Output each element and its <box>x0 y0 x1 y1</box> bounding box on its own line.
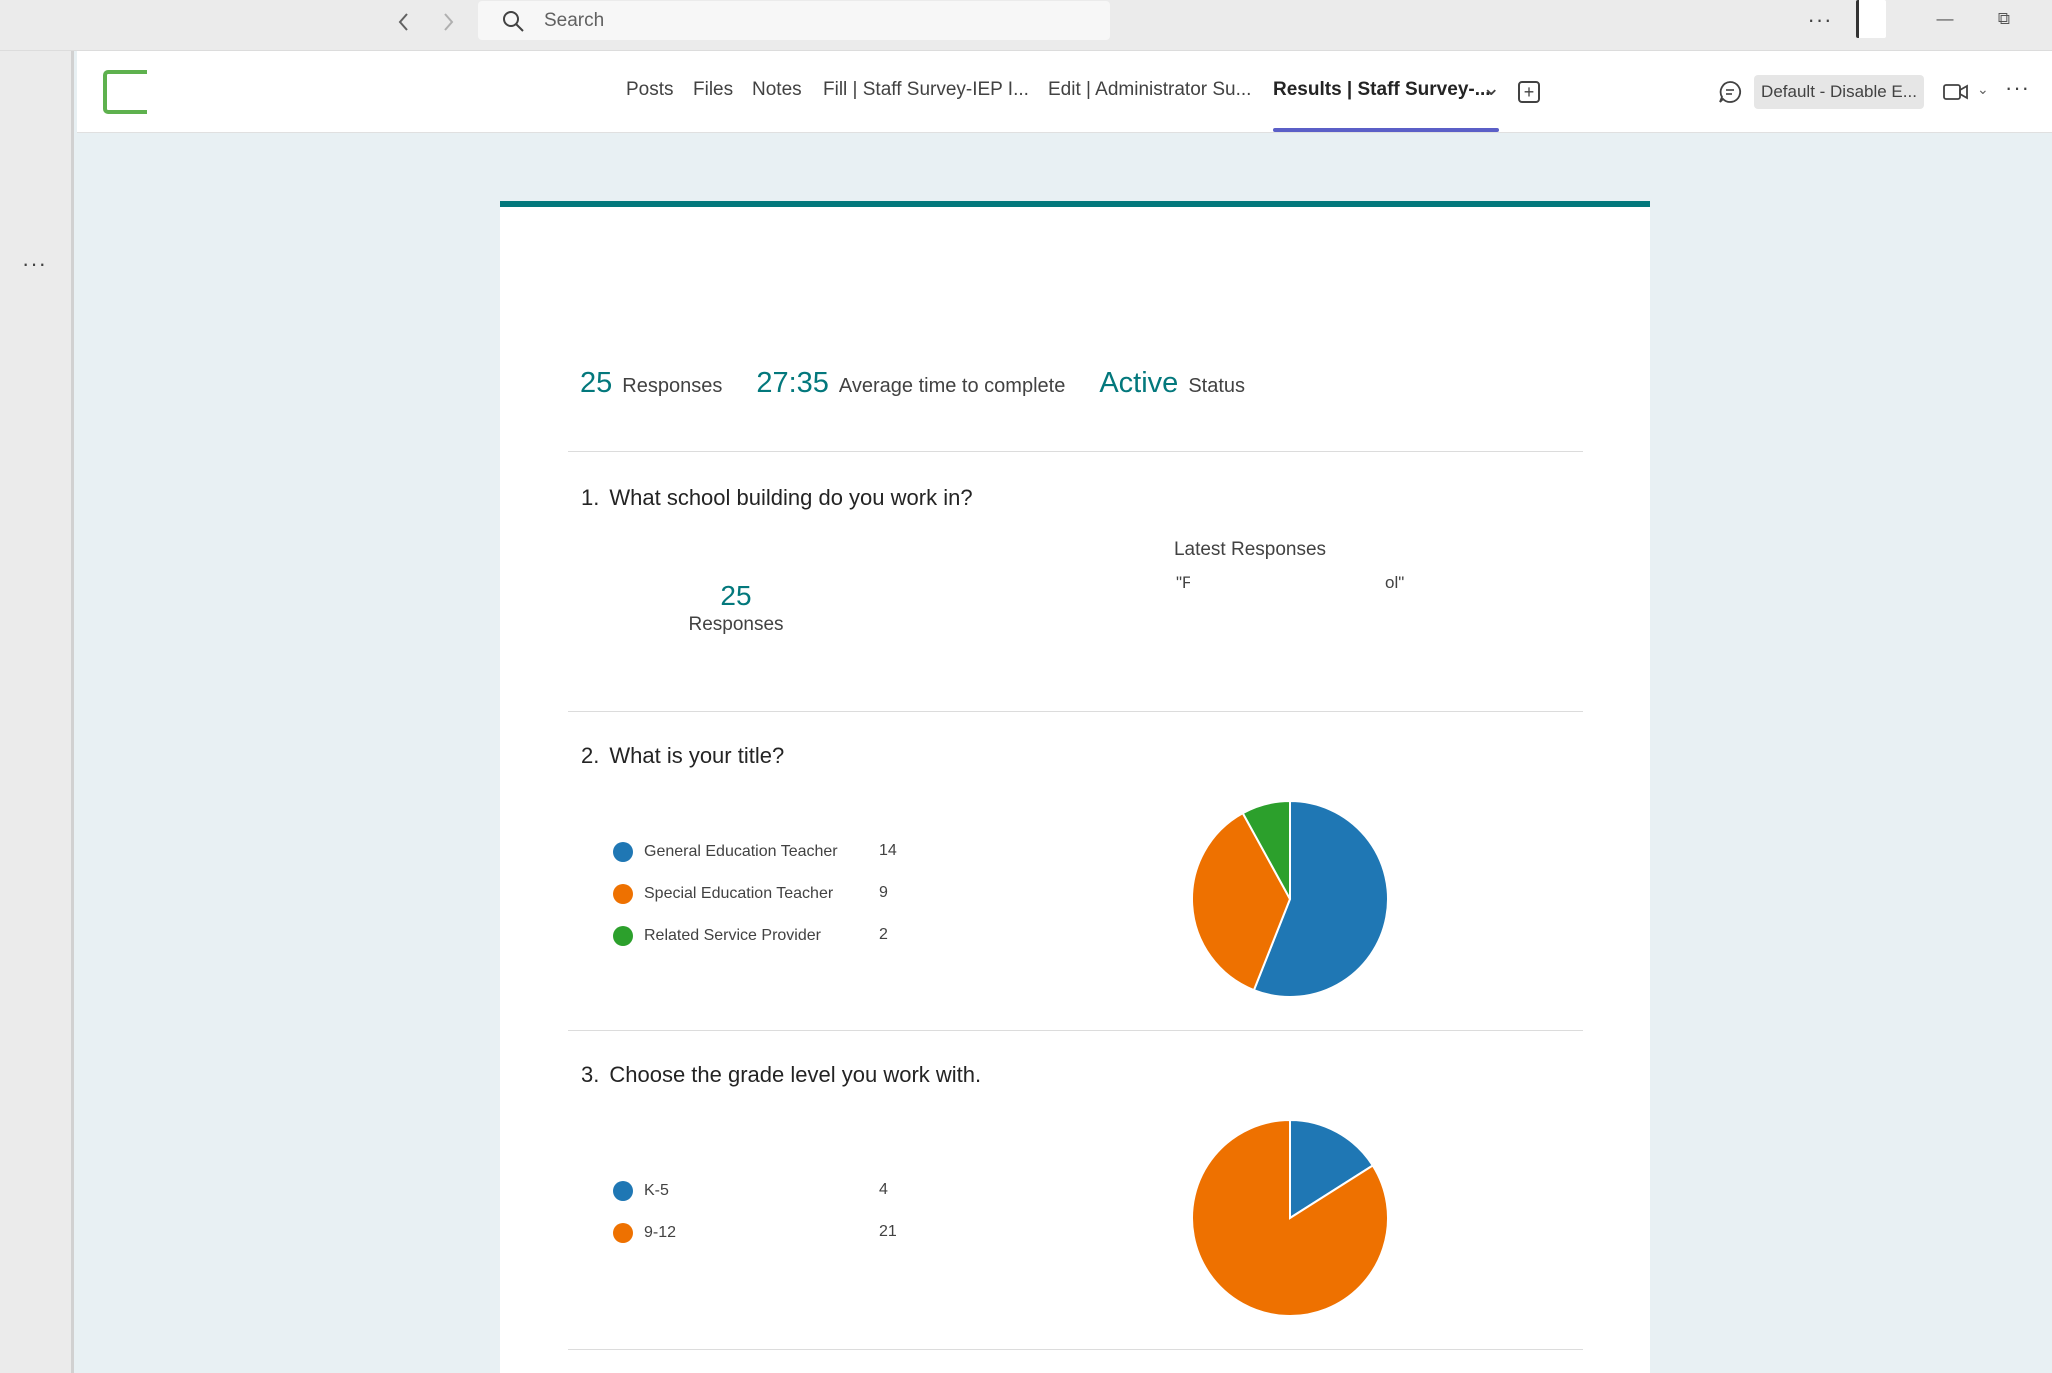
legend-count: 21 <box>879 1223 897 1240</box>
redacted-response <box>1190 569 1390 595</box>
divider <box>568 711 1583 712</box>
rail-more-button[interactable]: ··· <box>22 251 47 277</box>
back-button[interactable] <box>388 6 420 38</box>
legend-item: Special Education Teacher <box>613 882 833 906</box>
chat-icon[interactable] <box>1717 79 1743 105</box>
restore-button[interactable]: ⧉ <box>1984 6 2024 32</box>
tab-fill-staff-survey[interactable]: Fill | Staff Survey-IEP I... <box>823 79 1029 101</box>
forward-button[interactable] <box>432 6 464 38</box>
legend-item: K-5 <box>613 1179 669 1203</box>
search-icon <box>503 10 524 32</box>
results-card: 25 Responses 27:35 Average time to compl… <box>500 201 1650 1373</box>
divider <box>568 1030 1583 1031</box>
legend-count: 2 <box>879 926 888 943</box>
avatar[interactable] <box>1856 0 1886 38</box>
legend-item: General Education Teacher <box>613 840 838 864</box>
divider <box>568 1349 1583 1350</box>
minimize-button[interactable]: — <box>1925 6 1965 32</box>
video-options-chevron-icon[interactable]: ⌄ <box>1977 81 1989 98</box>
legend-dot <box>613 926 633 946</box>
question-1-title: 1. What school building do you work in? <box>581 485 973 510</box>
tab-results-staff-survey[interactable]: Results | Staff Survey-... <box>1273 79 1491 101</box>
legend-dot <box>613 884 633 904</box>
latest-responses-title: Latest Responses <box>1173 539 1327 560</box>
video-camera-icon[interactable] <box>1941 79 1971 105</box>
legend-item: 9-12 <box>613 1221 676 1245</box>
legend-count: 4 <box>879 1181 888 1198</box>
legend-dot <box>613 1223 633 1243</box>
responses-label: Responses <box>622 375 723 397</box>
tab-files[interactable]: Files <box>693 79 733 101</box>
legend-dot <box>613 1181 633 1201</box>
status-value: Active <box>1099 367 1179 399</box>
question-2-title: 2. What is your title? <box>581 743 785 768</box>
responses-count: 25 <box>580 367 613 399</box>
question-1-response-count: 25 Responses <box>688 580 784 635</box>
title-pie-chart <box>1191 799 1389 998</box>
legend-count: 14 <box>879 842 897 859</box>
meeting-default-button[interactable]: Default - Disable E... <box>1754 75 1924 109</box>
average-time-value: 27:35 <box>756 367 829 399</box>
status-label: Status <box>1188 375 1246 397</box>
summary-bar: 25 Responses 27:35 Average time to compl… <box>580 367 1279 400</box>
legend-dot <box>613 842 633 862</box>
legend-count: 9 <box>879 884 888 901</box>
chevron-right-icon <box>444 13 454 31</box>
active-tab-indicator <box>1273 128 1499 132</box>
question-3-title: 3. Choose the grade level you work with. <box>581 1062 982 1087</box>
tab-posts[interactable]: Posts <box>626 79 674 101</box>
left-rail: ··· <box>0 51 74 1373</box>
channel-name <box>147 72 683 110</box>
more-options-button[interactable]: ··· <box>1802 2 1838 38</box>
chevron-left-icon <box>398 13 408 31</box>
search-box[interactable] <box>478 1 1110 40</box>
chevron-down-icon[interactable]: ⌄ <box>1482 75 1500 101</box>
grade-level-pie-chart <box>1191 1118 1389 1317</box>
latest-response-text-end: ol" <box>1385 573 1405 592</box>
plus-icon: + <box>1523 82 1535 102</box>
header-more-button[interactable]: ··· <box>2005 75 2030 101</box>
add-tab-button[interactable]: + <box>1518 81 1540 103</box>
search-input[interactable] <box>544 9 1044 32</box>
channel-header: Posts Files Notes Fill | Staff Survey-IE… <box>77 51 2052 133</box>
average-time-label: Average time to complete <box>838 375 1066 397</box>
tab-edit-administrator-survey[interactable]: Edit | Administrator Su... <box>1048 79 1251 101</box>
team-logo <box>103 70 147 114</box>
divider <box>568 451 1583 452</box>
legend-item: Related Service Provider <box>613 924 821 948</box>
title-bar: ··· — ⧉ <box>0 0 2052 51</box>
tab-notes[interactable]: Notes <box>752 79 802 101</box>
